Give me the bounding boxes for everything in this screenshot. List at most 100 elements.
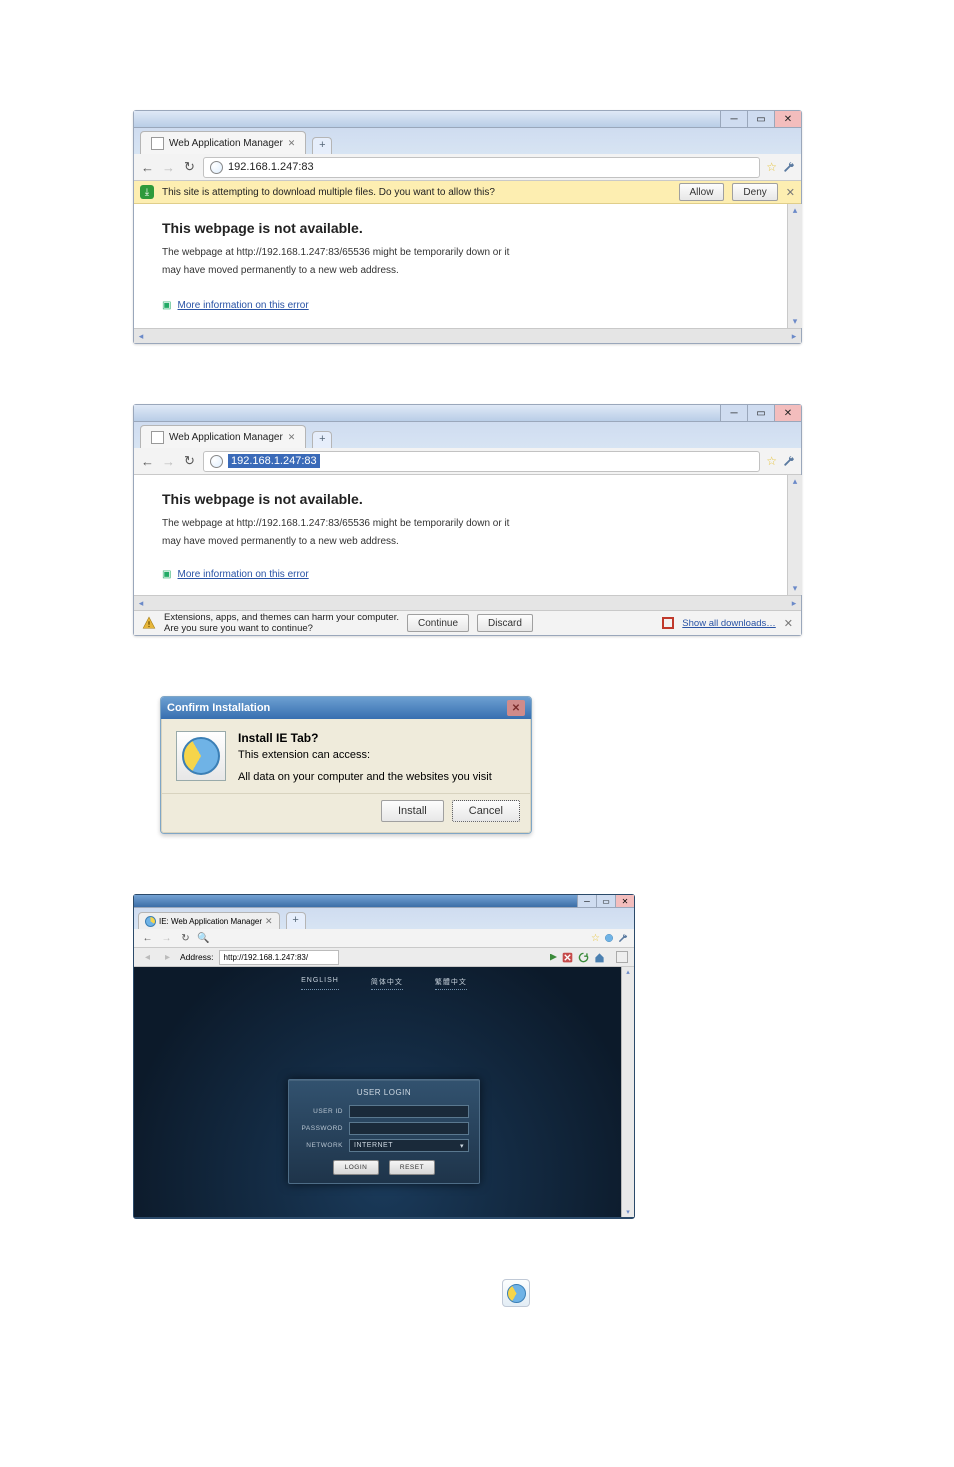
reload-button[interactable]: ↻ bbox=[182, 159, 197, 175]
reset-button[interactable]: RESET bbox=[389, 1160, 435, 1175]
tab-title: Web Application Manager bbox=[169, 138, 283, 149]
refresh-icon[interactable] bbox=[578, 952, 589, 963]
window-titlebar: ─ ▭ ✕ bbox=[134, 111, 801, 128]
vertical-scrollbar[interactable]: ▴ ▾ bbox=[621, 967, 634, 1217]
tab-close-icon[interactable]: ✕ bbox=[288, 432, 296, 443]
ie-icon bbox=[176, 731, 226, 781]
minimize-button[interactable]: ─ bbox=[720, 111, 747, 127]
address-bar[interactable]: 192.168.1.247:83 bbox=[203, 157, 760, 178]
page-content: ▴ ▾ This webpage is not available. The w… bbox=[134, 475, 801, 595]
minimize-button[interactable]: ─ bbox=[720, 405, 747, 421]
bookmark-star-icon[interactable]: ☆ bbox=[766, 160, 777, 174]
forward-button[interactable]: → bbox=[161, 454, 176, 469]
cancel-button[interactable]: Cancel bbox=[452, 800, 520, 822]
error-line2: may have moved permanently to a new web … bbox=[162, 264, 773, 278]
lang-simplified-chinese[interactable]: 简体中文 bbox=[371, 977, 403, 990]
ie-tab-address-bar: ◂ ▸ Address: bbox=[134, 948, 634, 967]
error-line2: may have moved permanently to a new web … bbox=[162, 535, 773, 549]
maximize-button[interactable]: ▭ bbox=[747, 111, 774, 127]
address-bar[interactable]: 192.168.1.247:83 bbox=[203, 451, 760, 472]
tab-strip: IE: Web Application Manager ✕ + bbox=[134, 908, 634, 929]
ie-tab-icon bbox=[145, 916, 156, 927]
extra-toolbar-button[interactable] bbox=[616, 951, 628, 963]
stop-icon[interactable] bbox=[562, 952, 573, 963]
dialog-close-button[interactable]: ✕ bbox=[507, 700, 525, 716]
horizontal-scrollbar[interactable]: ◂▸ bbox=[134, 595, 801, 610]
vertical-scrollbar[interactable]: ▴ ▾ bbox=[787, 475, 802, 595]
network-select[interactable]: INTERNET ▾ bbox=[349, 1139, 469, 1152]
vertical-scrollbar[interactable]: ▴ ▾ bbox=[787, 204, 802, 328]
nav-toolbar: ← → ↻ 192.168.1.247:83 ☆ bbox=[134, 154, 801, 181]
dialog-subtext: This extension can access: bbox=[238, 749, 516, 761]
wrench-icon[interactable] bbox=[783, 455, 795, 467]
back-button[interactable]: ← bbox=[140, 454, 155, 469]
search-icon[interactable]: 🔍 bbox=[197, 933, 209, 944]
download-alert-bar: ⤓ This site is attempting to download mu… bbox=[134, 181, 801, 204]
bookmark-star-icon[interactable]: ☆ bbox=[766, 454, 777, 468]
wrench-icon[interactable] bbox=[783, 161, 795, 173]
home-icon[interactable] bbox=[594, 952, 605, 963]
close-alert-icon[interactable]: ✕ bbox=[786, 186, 795, 199]
alert-text: This site is attempting to download mult… bbox=[162, 187, 495, 198]
maximize-button[interactable]: ▭ bbox=[747, 405, 774, 421]
tab-close-icon[interactable]: ✕ bbox=[265, 916, 273, 927]
back-button[interactable]: ← bbox=[140, 160, 155, 175]
browser-tab[interactable]: Web Application Manager ✕ bbox=[140, 131, 306, 154]
close-download-bar-icon[interactable]: ✕ bbox=[784, 617, 793, 630]
close-window-button[interactable]: ✕ bbox=[774, 111, 801, 127]
new-tab-button[interactable]: + bbox=[312, 431, 332, 448]
lang-traditional-chinese[interactable]: 繁體中文 bbox=[435, 977, 467, 990]
ie-forward-button[interactable]: ▸ bbox=[160, 952, 175, 963]
tab-title: IE: Web Application Manager bbox=[159, 917, 262, 926]
downloads-indicator-icon[interactable] bbox=[662, 617, 674, 629]
new-tab-button[interactable]: + bbox=[312, 137, 332, 154]
language-bar: ENGLISH 简体中文 繁體中文 bbox=[134, 967, 634, 990]
expand-icon[interactable]: ▣ bbox=[162, 300, 171, 311]
ie-address-input[interactable] bbox=[219, 950, 339, 965]
browser-tab[interactable]: Web Application Manager ✕ bbox=[140, 425, 306, 448]
ie-toolbar-icon[interactable] bbox=[604, 933, 614, 943]
close-window-button[interactable]: ✕ bbox=[615, 895, 634, 907]
ie-back-button[interactable]: ◂ bbox=[140, 952, 155, 963]
error-line1: The webpage at http://192.168.1.247:83/6… bbox=[162, 246, 773, 260]
continue-button[interactable]: Continue bbox=[407, 614, 469, 632]
warning-icon bbox=[142, 616, 156, 630]
more-info-link-row: ▣ More information on this error bbox=[162, 299, 773, 311]
maximize-button[interactable]: ▭ bbox=[596, 895, 615, 907]
new-tab-button[interactable]: + bbox=[286, 912, 306, 929]
error-heading: This webpage is not available. bbox=[162, 220, 773, 236]
password-input[interactable] bbox=[349, 1122, 469, 1135]
forward-button[interactable]: → bbox=[161, 160, 176, 175]
window-titlebar: ─ ▭ ✕ bbox=[134, 895, 634, 908]
window-titlebar: ─ ▭ ✕ bbox=[134, 405, 801, 422]
error-line1: The webpage at http://192.168.1.247:83/6… bbox=[162, 517, 773, 531]
browser-tab[interactable]: IE: Web Application Manager ✕ bbox=[138, 912, 280, 929]
reload-button[interactable]: ↻ bbox=[178, 933, 193, 944]
bookmark-star-icon[interactable]: ☆ bbox=[591, 933, 600, 944]
more-info-link[interactable]: More information on this error bbox=[178, 300, 309, 311]
lang-english[interactable]: ENGLISH bbox=[301, 977, 339, 990]
allow-button[interactable]: Allow bbox=[679, 183, 725, 201]
close-window-button[interactable]: ✕ bbox=[774, 405, 801, 421]
discard-button[interactable]: Discard bbox=[477, 614, 533, 632]
expand-icon[interactable]: ▣ bbox=[162, 569, 171, 580]
show-all-downloads-link[interactable]: Show all downloads… bbox=[682, 618, 775, 629]
install-button[interactable]: Install bbox=[381, 800, 444, 822]
minimize-button[interactable]: ─ bbox=[577, 895, 596, 907]
tab-strip: Web Application Manager ✕ + bbox=[134, 422, 801, 448]
horizontal-scrollbar[interactable]: ◂▸ bbox=[134, 328, 801, 343]
address-text-selected: 192.168.1.247:83 bbox=[228, 454, 320, 468]
wrench-icon[interactable] bbox=[618, 933, 628, 943]
tab-close-icon[interactable]: ✕ bbox=[288, 138, 296, 149]
password-label: PASSWORD bbox=[299, 1125, 343, 1132]
deny-button[interactable]: Deny bbox=[732, 183, 777, 201]
go-arrow-icon[interactable] bbox=[550, 954, 557, 961]
more-info-link[interactable]: More information on this error bbox=[178, 569, 309, 580]
tab-title: Web Application Manager bbox=[169, 432, 283, 443]
forward-button[interactable]: → bbox=[159, 933, 174, 944]
reload-button[interactable]: ↻ bbox=[182, 453, 197, 469]
user-id-input[interactable] bbox=[349, 1105, 469, 1118]
login-button[interactable]: LOGIN bbox=[333, 1160, 379, 1175]
download-bar: Extensions, apps, and themes can harm yo… bbox=[134, 610, 801, 635]
back-button[interactable]: ← bbox=[140, 933, 155, 944]
